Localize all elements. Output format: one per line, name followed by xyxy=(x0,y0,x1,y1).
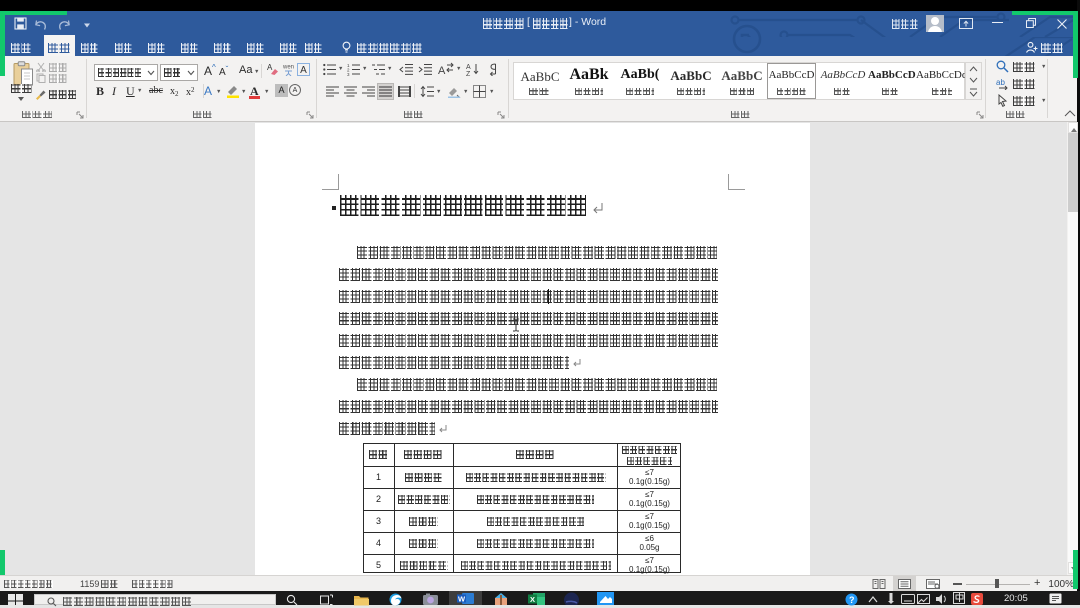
svg-text:A: A xyxy=(466,64,471,71)
svg-text:A: A xyxy=(438,65,446,76)
svg-text:Z: Z xyxy=(466,71,471,76)
svg-text:X: X xyxy=(530,595,535,604)
svg-text:?: ? xyxy=(849,595,855,605)
svg-text:wen: wen xyxy=(283,65,294,71)
svg-text:A: A xyxy=(267,63,273,72)
svg-text:ab: ab xyxy=(996,78,1005,87)
svg-text:3: 3 xyxy=(347,72,350,76)
svg-text:W: W xyxy=(458,595,466,604)
